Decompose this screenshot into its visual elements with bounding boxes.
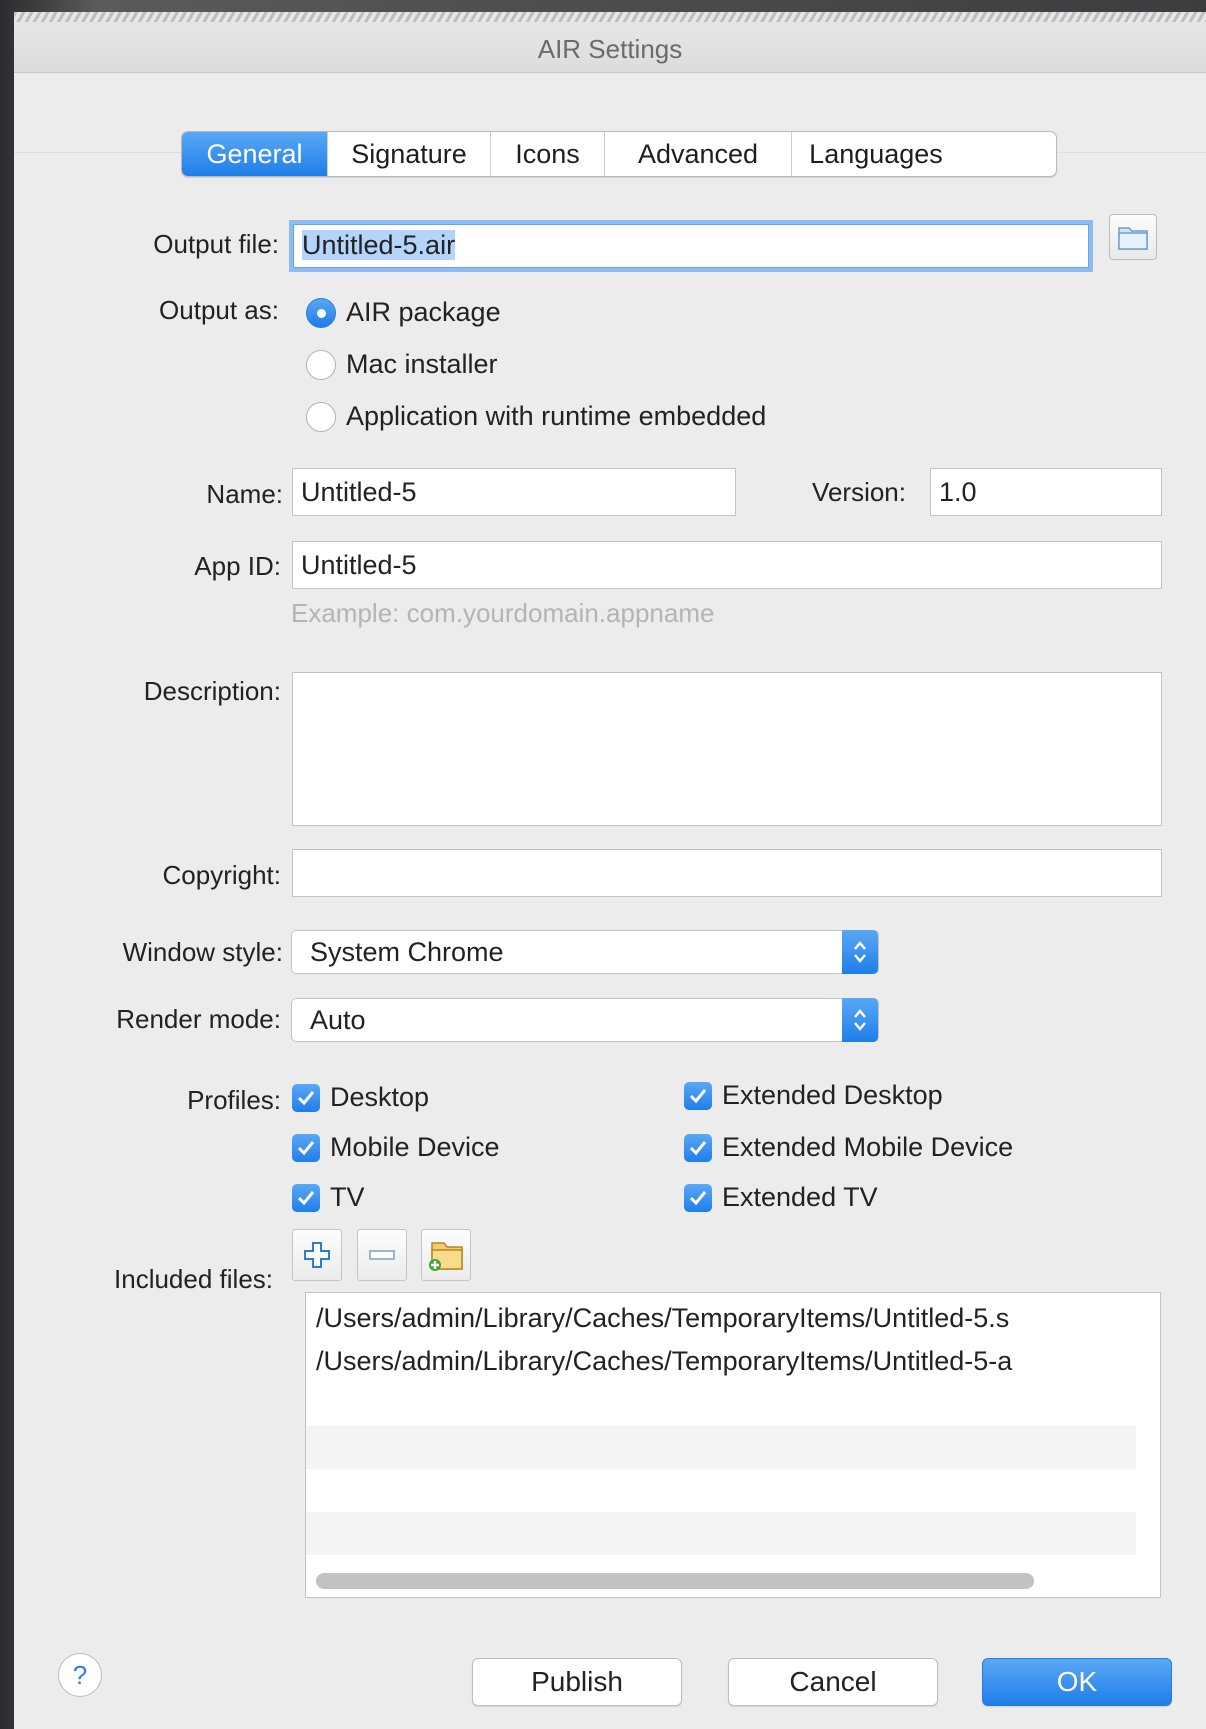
check-icon[interactable] (684, 1183, 712, 1212)
tab-signature[interactable]: Signature (328, 132, 491, 176)
included-files-label: Included files: (114, 1264, 273, 1294)
radio-runtime-embedded-label: Application with runtime embedded (346, 401, 767, 431)
description-label: Description: (143, 676, 281, 706)
updown-arrows-icon (842, 998, 878, 1042)
radio-air-package-indicator[interactable] (306, 297, 336, 328)
app-id-input[interactable]: Untitled-5 (292, 541, 1162, 589)
file-row[interactable]: /Users/admin/Library/Caches/TemporaryIte… (306, 1297, 1136, 1340)
profile-tv[interactable]: TV (292, 1182, 365, 1213)
output-file-input[interactable]: Untitled-5.air (289, 220, 1093, 272)
file-row[interactable]: /Users/admin/Library/Caches/TemporaryIte… (306, 1340, 1136, 1383)
radio-mac-installer[interactable]: Mac installer (306, 349, 498, 380)
render-mode-select[interactable]: Auto (291, 998, 879, 1042)
profile-mobile-device[interactable]: Mobile Device (292, 1132, 500, 1163)
profile-mobile-device-label: Mobile Device (330, 1132, 500, 1162)
help-button[interactable]: ? (58, 1653, 102, 1697)
description-textarea[interactable] (292, 672, 1162, 826)
radio-runtime-embedded[interactable]: Application with runtime embedded (306, 401, 766, 432)
radio-air-package[interactable]: AIR package (306, 297, 501, 328)
output-as-label: Output as: (159, 295, 279, 325)
version-input[interactable]: 1.0 (930, 468, 1162, 516)
cancel-button[interactable]: Cancel (728, 1658, 938, 1706)
profile-extended-mobile-device-label: Extended Mobile Device (722, 1132, 1014, 1162)
air-settings-dialog: AIR Settings General Signature Icons Adv… (14, 12, 1206, 1729)
profile-extended-mobile-device[interactable]: Extended Mobile Device (684, 1132, 1013, 1163)
output-file-label: Output file: (153, 229, 279, 259)
included-files-list[interactable]: /Users/admin/Library/Caches/TemporaryIte… (305, 1292, 1161, 1598)
version-label: Version: (812, 477, 906, 507)
profile-extended-tv[interactable]: Extended TV (684, 1182, 878, 1213)
profile-extended-desktop[interactable]: Extended Desktop (684, 1080, 943, 1111)
tab-advanced[interactable]: Advanced (605, 132, 792, 176)
window-title: AIR Settings (537, 34, 683, 64)
check-icon[interactable] (684, 1133, 712, 1162)
profiles-label: Profiles: (187, 1085, 281, 1115)
minus-icon (369, 1250, 395, 1260)
horizontal-scrollbar[interactable] (316, 1573, 1034, 1589)
tab-languages[interactable]: Languages (792, 132, 960, 176)
output-file-value: Untitled-5.air (302, 230, 456, 260)
copyright-input[interactable] (292, 849, 1162, 897)
window-style-value: System Chrome (310, 937, 504, 967)
tab-general[interactable]: General (182, 132, 328, 176)
window-style-label: Window style: (122, 937, 283, 967)
folder-icon (1118, 227, 1148, 250)
empty-row (306, 1469, 1136, 1512)
profile-desktop[interactable]: Desktop (292, 1082, 429, 1113)
radio-air-package-label: AIR package (346, 297, 501, 327)
empty-row (306, 1512, 1136, 1555)
radio-runtime-embedded-indicator[interactable] (306, 401, 336, 432)
app-id-hint: Example: com.yourdomain.appname (291, 598, 715, 628)
window-style-select[interactable]: System Chrome (291, 930, 879, 974)
add-folder-icon (429, 1242, 463, 1271)
check-icon[interactable] (292, 1133, 320, 1162)
profile-extended-tv-label: Extended TV (722, 1182, 878, 1212)
tab-bar: General Signature Icons Advanced Languag… (181, 131, 1057, 177)
render-mode-label: Render mode: (116, 1004, 281, 1034)
publish-button[interactable]: Publish (472, 1658, 682, 1706)
browse-output-button[interactable] (1109, 214, 1157, 260)
profile-extended-desktop-label: Extended Desktop (722, 1080, 943, 1110)
copyright-label: Copyright: (162, 860, 282, 890)
name-input[interactable]: Untitled-5 (292, 468, 736, 516)
empty-row (306, 1383, 1136, 1426)
render-mode-value: Auto (310, 1005, 366, 1035)
profile-tv-label: TV (330, 1182, 365, 1212)
tab-icons[interactable]: Icons (491, 132, 605, 176)
ok-button[interactable]: OK (982, 1658, 1172, 1706)
empty-row (306, 1426, 1136, 1469)
add-file-button[interactable] (292, 1229, 342, 1281)
add-folder-button[interactable] (421, 1229, 471, 1281)
check-icon[interactable] (292, 1183, 320, 1212)
app-id-label: App ID: (194, 551, 281, 581)
profile-desktop-label: Desktop (330, 1082, 430, 1112)
title-bar-stripes (14, 12, 1206, 22)
radio-mac-installer-label: Mac installer (346, 349, 498, 379)
radio-mac-installer-indicator[interactable] (306, 349, 336, 380)
check-icon[interactable] (684, 1081, 712, 1110)
remove-file-button[interactable] (357, 1229, 407, 1281)
name-label: Name: (206, 479, 283, 509)
check-icon[interactable] (292, 1083, 320, 1112)
title-bar: AIR Settings (14, 12, 1206, 73)
plus-icon (304, 1242, 330, 1268)
updown-arrows-icon (842, 930, 878, 974)
